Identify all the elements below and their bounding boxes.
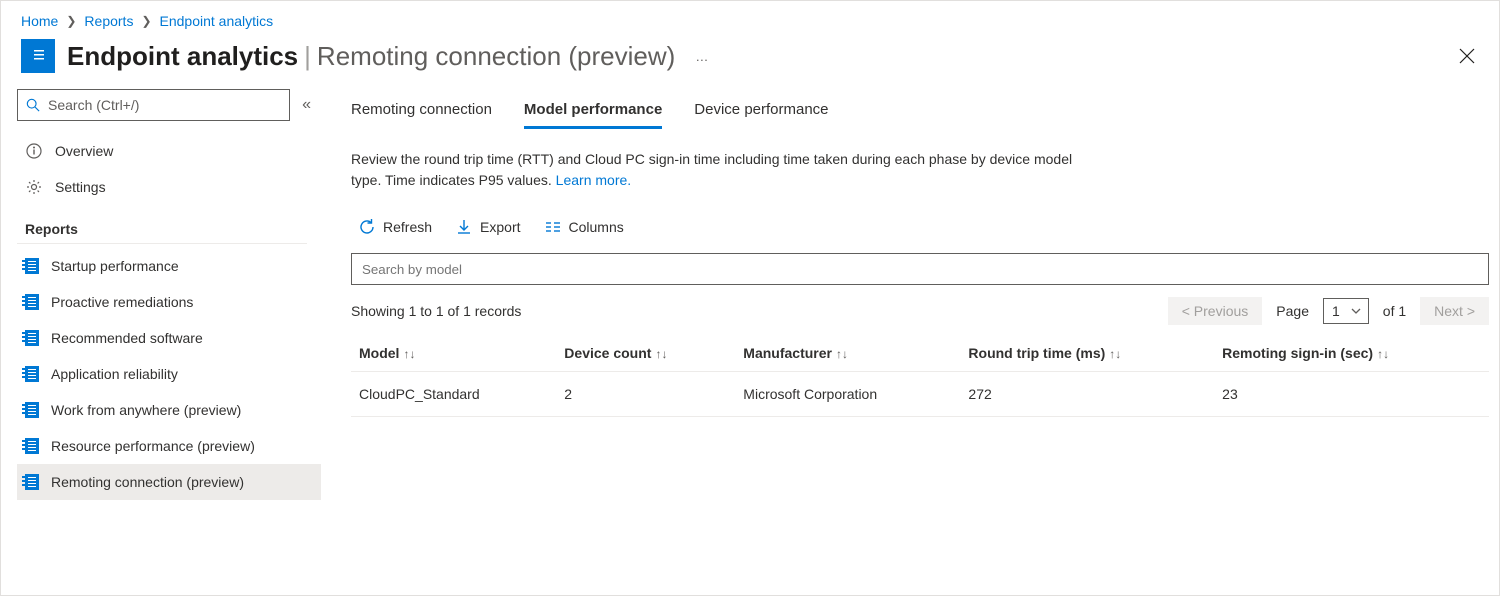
sidebar-item-recommended-software[interactable]: Recommended software — [17, 320, 321, 356]
download-icon — [456, 219, 472, 235]
close-button[interactable] — [1455, 44, 1479, 68]
sidebar-item-label: Proactive remediations — [51, 294, 193, 310]
refresh-label: Refresh — [383, 219, 432, 235]
tab-remoting-connection[interactable]: Remoting connection — [351, 93, 492, 129]
breadcrumb-link-endpoint-analytics[interactable]: Endpoint analytics — [160, 13, 274, 29]
refresh-button[interactable]: Refresh — [359, 219, 432, 235]
column-header-device-count[interactable]: Device count↑↓ — [556, 335, 735, 372]
export-label: Export — [480, 219, 520, 235]
sidebar-item-label: Remoting connection (preview) — [51, 474, 244, 490]
sidebar-item-application-reliability[interactable]: Application reliability — [17, 356, 321, 392]
page-header: Endpoint analytics|Remoting connection (… — [1, 33, 1499, 89]
table-header-row: Model↑↓ Device count↑↓ Manufacturer↑↓ Ro… — [351, 335, 1489, 372]
learn-more-link[interactable]: Learn more. — [556, 172, 631, 188]
report-icon — [25, 366, 39, 382]
sidebar-item-settings[interactable]: Settings — [17, 169, 321, 205]
previous-page-button[interactable]: < Previous — [1168, 297, 1263, 325]
pager: Showing 1 to 1 of 1 records < Previous P… — [351, 297, 1489, 325]
breadcrumb: Home ❯ Reports ❯ Endpoint analytics — [1, 1, 1499, 33]
sidebar-item-proactive-remediations[interactable]: Proactive remediations — [17, 284, 321, 320]
export-button[interactable]: Export — [456, 219, 520, 235]
cell-manufacturer: Microsoft Corporation — [735, 372, 960, 417]
refresh-icon — [359, 219, 375, 235]
cell-rtt: 272 — [960, 372, 1214, 417]
gear-icon — [25, 178, 43, 196]
report-icon — [25, 258, 39, 274]
page-select[interactable]: 1 — [1323, 298, 1369, 324]
next-page-button[interactable]: Next > — [1420, 297, 1489, 325]
sort-icon: ↑↓ — [403, 347, 415, 361]
of-label: of 1 — [1383, 303, 1406, 319]
sidebar-item-label: Work from anywhere (preview) — [51, 402, 241, 418]
sidebar-item-label: Application reliability — [51, 366, 178, 382]
sidebar-item-overview[interactable]: Overview — [17, 133, 321, 169]
cell-model: CloudPC_Standard — [351, 372, 556, 417]
breadcrumb-link-reports[interactable]: Reports — [84, 13, 133, 29]
page-title: Endpoint analytics|Remoting connection (… — [67, 41, 675, 72]
report-icon — [25, 330, 39, 346]
chevron-right-icon: ❯ — [141, 14, 151, 28]
column-header-signin[interactable]: Remoting sign-in (sec)↑↓ — [1214, 335, 1489, 372]
table-row[interactable]: CloudPC_Standard 2 Microsoft Corporation… — [351, 372, 1489, 417]
sidebar-item-label: Startup performance — [51, 258, 179, 274]
model-search-input[interactable] — [351, 253, 1489, 285]
columns-label: Columns — [569, 219, 624, 235]
search-icon — [26, 98, 40, 112]
sidebar-item-label: Resource performance (preview) — [51, 438, 255, 454]
collapse-sidebar-button[interactable]: « — [302, 96, 311, 114]
more-button[interactable]: … — [695, 49, 710, 64]
toolbar: Refresh Export Columns — [351, 219, 1489, 235]
sidebar-item-label: Settings — [55, 179, 106, 195]
chevron-right-icon: ❯ — [66, 14, 76, 28]
breadcrumb-link-home[interactable]: Home — [21, 13, 58, 29]
description-text: Review the round trip time (RTT) and Clo… — [351, 149, 1091, 191]
tab-device-performance[interactable]: Device performance — [694, 93, 828, 129]
sort-icon: ↑↓ — [1109, 347, 1121, 361]
sidebar-item-label: Overview — [55, 143, 113, 159]
column-header-manufacturer[interactable]: Manufacturer↑↓ — [735, 335, 960, 372]
column-header-model[interactable]: Model↑↓ — [351, 335, 556, 372]
column-header-rtt[interactable]: Round trip time (ms)↑↓ — [960, 335, 1214, 372]
main-content: Remoting connection Model performance De… — [321, 89, 1499, 500]
sidebar-search-placeholder: Search (Ctrl+/) — [48, 97, 139, 113]
report-icon — [25, 294, 39, 310]
report-icon — [25, 402, 39, 418]
cell-device-count: 2 — [556, 372, 735, 417]
sidebar-item-work-from-anywhere[interactable]: Work from anywhere (preview) — [17, 392, 321, 428]
columns-button[interactable]: Columns — [545, 219, 624, 235]
sidebar: Search (Ctrl+/) « Overview Settings Repo… — [1, 89, 321, 500]
sidebar-item-resource-performance[interactable]: Resource performance (preview) — [17, 428, 321, 464]
tab-model-performance[interactable]: Model performance — [524, 93, 662, 129]
page-label: Page — [1276, 303, 1309, 319]
sidebar-item-remoting-connection[interactable]: Remoting connection (preview) — [17, 464, 321, 500]
report-icon — [25, 438, 39, 454]
sort-icon: ↑↓ — [836, 347, 848, 361]
record-count: Showing 1 to 1 of 1 records — [351, 303, 1154, 319]
results-table: Model↑↓ Device count↑↓ Manufacturer↑↓ Ro… — [351, 335, 1489, 417]
tabs: Remoting connection Model performance De… — [351, 93, 1489, 129]
columns-icon — [545, 219, 561, 235]
sidebar-search-input[interactable]: Search (Ctrl+/) — [17, 89, 290, 121]
sort-icon: ↑↓ — [1377, 347, 1389, 361]
cell-signin: 23 — [1214, 372, 1489, 417]
report-icon — [25, 474, 39, 490]
info-icon — [25, 142, 43, 160]
sidebar-item-label: Recommended software — [51, 330, 203, 346]
sort-icon: ↑↓ — [655, 347, 667, 361]
sidebar-item-startup-performance[interactable]: Startup performance — [17, 248, 321, 284]
notebook-icon — [21, 39, 55, 73]
chevron-down-icon — [1350, 305, 1362, 317]
sidebar-section-reports: Reports — [17, 205, 307, 244]
close-icon — [1459, 48, 1475, 64]
